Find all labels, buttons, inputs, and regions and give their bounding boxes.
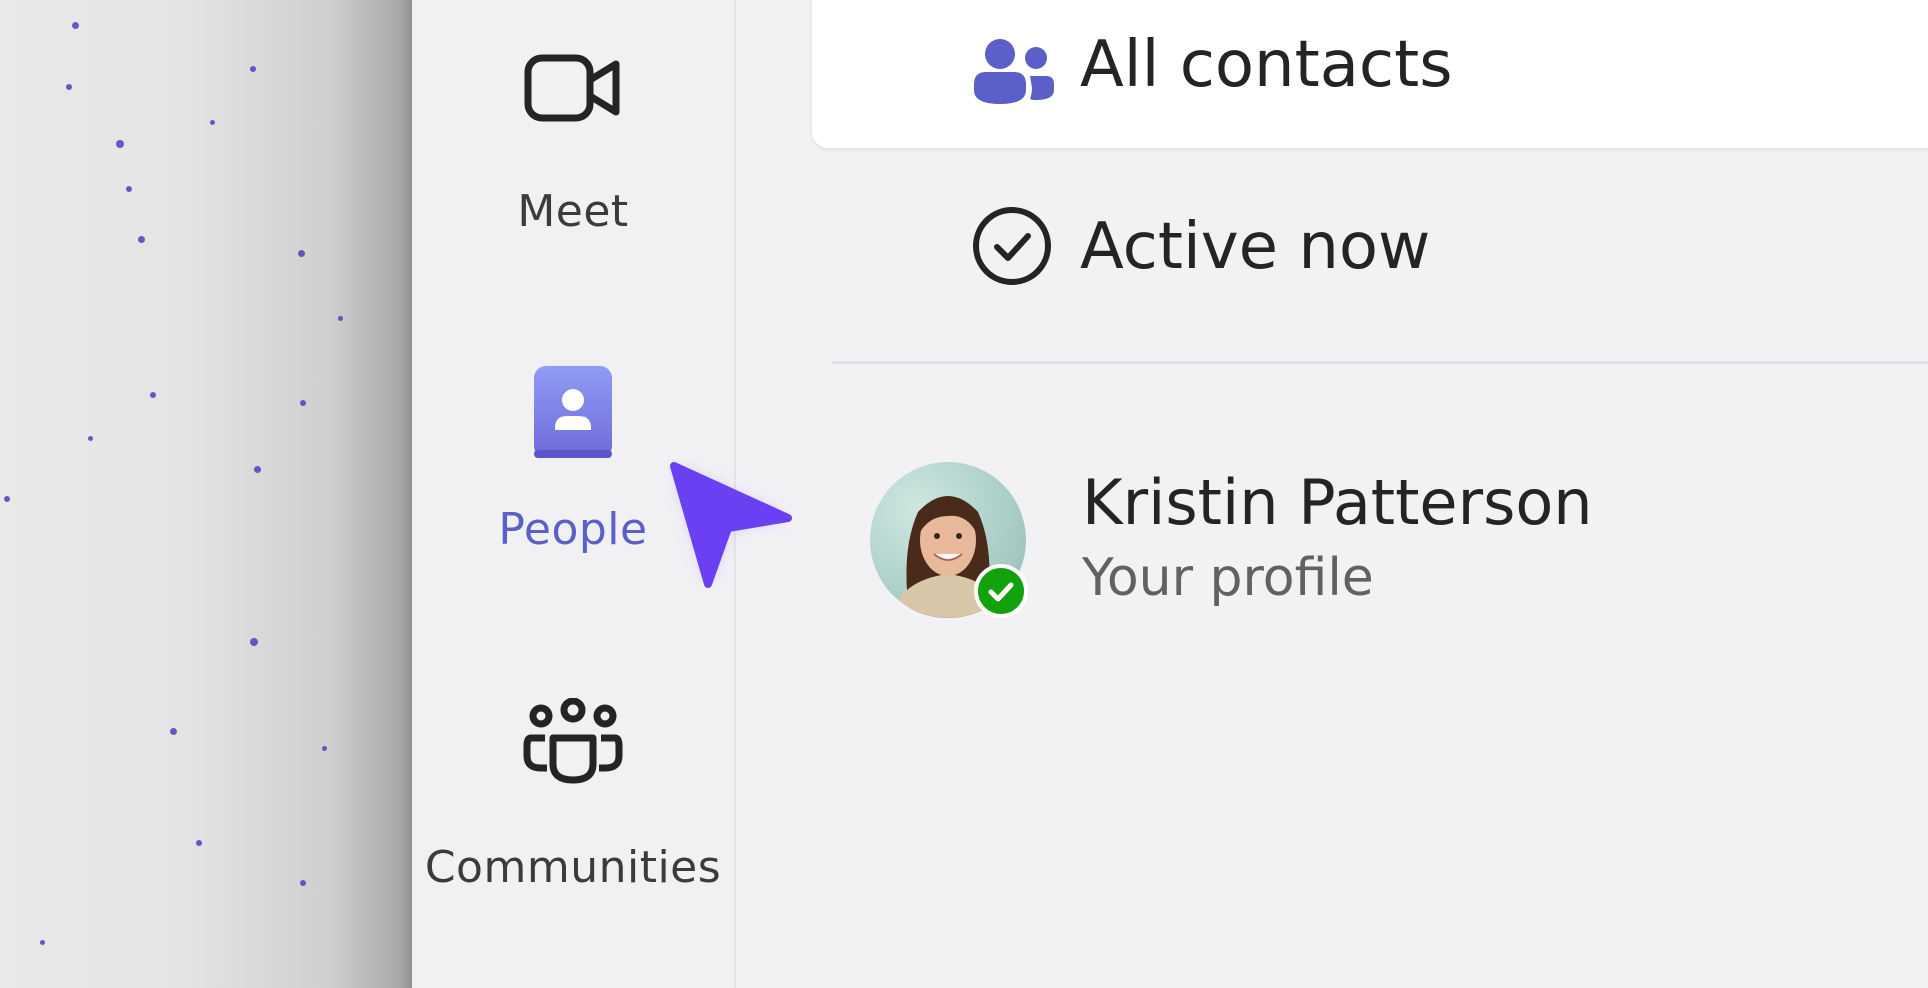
- rail-item-communities[interactable]: Communities: [412, 698, 734, 893]
- speck: [250, 66, 256, 72]
- people-book-icon: [534, 366, 612, 458]
- filter-label: Active now: [1080, 210, 1431, 284]
- rail-item-label: Meet: [517, 186, 629, 237]
- speck: [254, 466, 261, 473]
- mouse-pointer-icon: [670, 462, 792, 588]
- speck: [300, 880, 306, 886]
- rail-item-meet[interactable]: Meet: [412, 52, 734, 237]
- profile-name: Kristin Patterson: [1082, 466, 1593, 539]
- speck: [210, 120, 215, 125]
- filter-label: All contacts: [1080, 28, 1453, 102]
- speck: [300, 400, 306, 406]
- speck: [66, 84, 72, 90]
- speck: [250, 638, 258, 646]
- speck: [4, 496, 10, 502]
- wall-background: [0, 0, 412, 988]
- speck: [150, 392, 156, 398]
- check-circle-icon: [973, 207, 1051, 285]
- filter-all-contacts[interactable]: All contacts: [812, 0, 1928, 148]
- speck: [126, 186, 132, 192]
- speck: [116, 140, 124, 148]
- speck: [138, 236, 145, 243]
- people-panel: All contacts Active now Kristin Patterso…: [736, 0, 1928, 988]
- speck: [196, 840, 202, 846]
- divider: [832, 361, 1928, 364]
- people-group-icon: [974, 39, 1054, 104]
- speck: [170, 728, 177, 735]
- video-camera-icon: [524, 54, 620, 122]
- communities-icon: [523, 698, 623, 784]
- checkmark-icon: [988, 582, 1014, 602]
- status-badge: [974, 564, 1028, 618]
- speck: [88, 436, 93, 441]
- speck: [298, 250, 305, 257]
- filter-active-now[interactable]: Active now: [812, 180, 1928, 320]
- speck: [322, 746, 327, 751]
- speck: [72, 22, 79, 29]
- profile-subtitle: Your profile: [1082, 548, 1374, 608]
- speck: [40, 940, 45, 945]
- rail-item-label: Communities: [424, 842, 722, 893]
- speck: [338, 316, 343, 321]
